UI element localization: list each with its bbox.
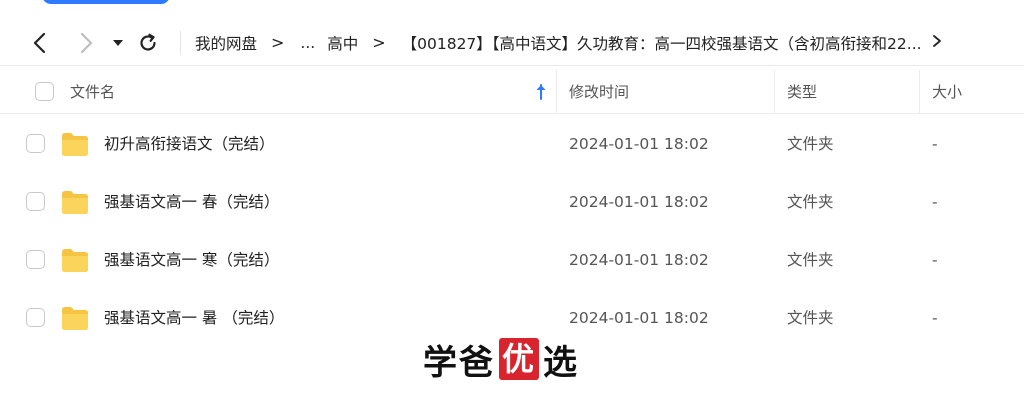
modified-time: 2024-01-01 18:02 xyxy=(569,193,709,211)
file-type: 文件夹 xyxy=(787,193,834,211)
modified-time: 2024-01-01 18:02 xyxy=(569,251,709,269)
folder-icon xyxy=(62,191,88,214)
file-size: - xyxy=(932,193,938,211)
file-list-header: 文件名 修改时间 类型 大小 xyxy=(0,69,1024,114)
file-size: - xyxy=(932,251,938,269)
file-name[interactable]: 初升高衔接语文（完结） xyxy=(104,115,275,173)
history-dropdown-button[interactable] xyxy=(106,27,130,59)
breadcrumb-separator: > xyxy=(271,33,285,52)
breadcrumb: 我的网盘 > ... 高中 > 【001827】【高中语文】久功教育：高一四校强… xyxy=(195,32,942,54)
table-row[interactable]: 强基语文高一 春（完结） 2024-01-01 18:02 文件夹 - xyxy=(0,173,1024,231)
breadcrumb-expand-icon[interactable] xyxy=(932,34,942,52)
modified-time: 2024-01-01 18:02 xyxy=(569,309,709,327)
column-label-modified: 修改时间 xyxy=(569,83,630,101)
watermark-text-right: 选 xyxy=(543,342,579,383)
file-name[interactable]: 强基语文高一 寒（完结） xyxy=(104,231,279,289)
breadcrumb-item-my-drive[interactable]: 我的网盘 xyxy=(195,32,257,54)
table-row[interactable]: 初升高衔接语文（完结） 2024-01-01 18:02 文件夹 - xyxy=(0,115,1024,173)
column-label-name: 文件名 xyxy=(70,83,116,101)
column-header-modified[interactable]: 修改时间 xyxy=(557,69,775,114)
caret-down-icon xyxy=(113,39,123,46)
folder-icon xyxy=(62,249,88,272)
top-action-button[interactable] xyxy=(42,0,170,4)
chevron-left-icon xyxy=(33,32,46,53)
select-all-checkbox[interactable] xyxy=(35,82,54,101)
nav-divider xyxy=(180,30,181,55)
column-header-type[interactable]: 类型 xyxy=(775,69,920,114)
file-type: 文件夹 xyxy=(787,251,834,269)
file-name[interactable]: 强基语文高一 暑 （完结） xyxy=(104,289,284,347)
refresh-button[interactable] xyxy=(132,27,164,59)
file-type: 文件夹 xyxy=(787,309,834,327)
table-row[interactable]: 强基语文高一 寒（完结） 2024-01-01 18:02 文件夹 - xyxy=(0,231,1024,289)
file-size: - xyxy=(932,309,938,327)
row-checkbox[interactable] xyxy=(26,250,45,269)
folder-icon xyxy=(62,133,88,156)
chevron-right-icon xyxy=(80,32,93,53)
top-strip xyxy=(0,0,1024,12)
file-name[interactable]: 强基语文高一 春（完结） xyxy=(104,173,279,231)
folder-icon xyxy=(62,307,88,330)
row-checkbox[interactable] xyxy=(26,134,45,153)
breadcrumb-separator: > xyxy=(372,33,386,52)
file-type: 文件夹 xyxy=(787,135,834,153)
column-label-size: 大小 xyxy=(932,83,963,101)
file-size: - xyxy=(932,135,938,153)
row-checkbox[interactable] xyxy=(26,192,45,211)
back-button[interactable] xyxy=(24,27,56,59)
row-checkbox[interactable] xyxy=(26,308,45,327)
breadcrumb-item-high-school[interactable]: 高中 xyxy=(327,32,358,54)
column-header-name[interactable]: 文件名 xyxy=(0,69,557,114)
watermark-logo: 学爸 优 选 xyxy=(423,336,579,383)
navigation-bar: 我的网盘 > ... 高中 > 【001827】【高中语文】久功教育：高一四校强… xyxy=(0,20,1024,66)
watermark-seal: 优 xyxy=(499,338,539,380)
arrow-up-icon[interactable] xyxy=(534,83,548,101)
modified-time: 2024-01-01 18:02 xyxy=(569,135,709,153)
column-label-type: 类型 xyxy=(787,83,818,101)
column-header-size[interactable]: 大小 xyxy=(920,70,1024,114)
breadcrumb-item-current-folder[interactable]: 【001827】【高中语文】久功教育：高一四校强基语文（含初高衔接和22... xyxy=(402,32,922,54)
forward-button[interactable] xyxy=(70,27,102,59)
breadcrumb-ellipsis[interactable]: ... xyxy=(300,34,315,52)
refresh-icon xyxy=(140,33,156,51)
watermark-text-left: 学爸 xyxy=(423,342,495,383)
